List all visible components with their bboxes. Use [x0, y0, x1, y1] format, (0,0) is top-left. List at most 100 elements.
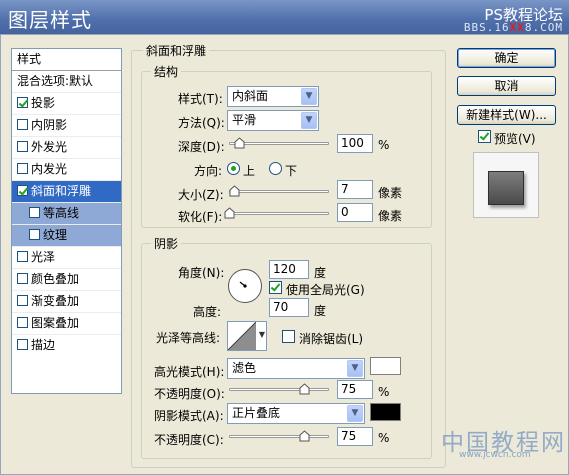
angle-unit: 度: [314, 266, 327, 280]
shading-title: 阴影: [151, 235, 182, 252]
checkbox-texture[interactable]: [29, 229, 40, 240]
soften-slider[interactable]: [224, 207, 329, 220]
angle-dial-icon: [228, 269, 262, 303]
style-item-inner-shadow[interactable]: 内阴影: [12, 115, 121, 137]
shadow-opacity-track: [229, 435, 329, 438]
highlight-opacity-slider[interactable]: [229, 383, 329, 396]
shadow-opacity-slider[interactable]: [229, 430, 329, 443]
direction-down-radio[interactable]: [269, 162, 282, 175]
checkbox-pattern-overlay[interactable]: [17, 317, 28, 328]
altitude-label: 高度:: [193, 305, 222, 319]
technique-select[interactable]: 平滑 ▼: [227, 110, 319, 131]
direction-down-label: 下: [285, 164, 298, 178]
highlight-mode-label: 高光模式(H):: [154, 365, 225, 379]
highlight-opacity-track: [229, 388, 329, 391]
angle-dial[interactable]: [227, 268, 263, 304]
style-item-satin[interactable]: 光泽: [12, 247, 121, 269]
depth-label: 深度(D):: [178, 140, 225, 154]
highlight-opacity-thumb[interactable]: [299, 383, 310, 395]
chevron-down-icon: ▼: [301, 88, 317, 105]
direction-up-label: 上: [243, 164, 256, 178]
size-slider-thumb[interactable]: [229, 185, 240, 197]
depth-slider[interactable]: [229, 137, 329, 150]
style-item-pattern-overlay[interactable]: 图案叠加: [12, 313, 121, 335]
style-item-stroke[interactable]: 描边: [12, 335, 121, 357]
checkbox-bevel-emboss[interactable]: [17, 185, 28, 196]
checkbox-stroke[interactable]: [17, 339, 28, 350]
checkbox-gradient-overlay[interactable]: [17, 295, 28, 306]
gloss-contour-picker[interactable]: ▼: [227, 321, 267, 351]
size-slider[interactable]: [229, 185, 329, 198]
direction-label: 方向:: [194, 164, 223, 178]
style-item-color-overlay[interactable]: 颜色叠加: [12, 269, 121, 291]
preview-swatch: [488, 171, 524, 205]
depth-slider-thumb[interactable]: [234, 137, 245, 149]
watermark-bottom-url: www.jcwcn.com: [459, 450, 531, 460]
style-item-drop-shadow[interactable]: 投影: [12, 93, 121, 115]
technique-label: 方法(Q):: [178, 116, 225, 130]
style-item-bevel-emboss[interactable]: 斜面和浮雕: [12, 181, 121, 203]
size-label: 大小(Z):: [178, 188, 224, 202]
preview-checkbox[interactable]: [478, 130, 491, 143]
size-slider-track: [229, 190, 329, 193]
highlight-opacity-input[interactable]: 75: [337, 380, 373, 399]
checkbox-outer-glow[interactable]: [17, 141, 28, 152]
checkbox-contour[interactable]: [29, 207, 40, 218]
style-item-inner-glow[interactable]: 内发光: [12, 159, 121, 181]
altitude-unit: 度: [314, 304, 327, 318]
altitude-input[interactable]: 70: [269, 298, 309, 317]
shadow-opacity-label: 不透明度(C):: [154, 433, 224, 447]
checkbox-satin[interactable]: [17, 251, 28, 262]
style-item-outer-glow[interactable]: 外发光: [12, 137, 121, 159]
soften-input[interactable]: 0: [337, 203, 373, 222]
chevron-down-icon: ▼: [347, 405, 363, 422]
depth-input[interactable]: 100: [337, 134, 373, 153]
shadow-opacity-thumb[interactable]: [299, 430, 310, 442]
cancel-button[interactable]: 取消: [457, 76, 556, 96]
checkbox-inner-shadow[interactable]: [17, 119, 28, 130]
chevron-down-icon: ▼: [301, 112, 317, 129]
highlight-opacity-label: 不透明度(O):: [154, 387, 225, 401]
depth-unit: %: [378, 138, 390, 152]
chevron-down-icon: ▼: [258, 330, 265, 339]
soften-slider-thumb[interactable]: [224, 207, 235, 219]
shadow-mode-label: 阴影模式(A):: [154, 409, 224, 423]
blending-options-item[interactable]: 混合选项:默认: [12, 71, 121, 93]
shadow-color-swatch[interactable]: [370, 403, 401, 421]
style-preview: [473, 152, 539, 218]
style-item-contour[interactable]: 等高线: [12, 203, 121, 225]
checkbox-drop-shadow[interactable]: [17, 97, 28, 108]
checkbox-color-overlay[interactable]: [17, 273, 28, 284]
soften-unit: 像素: [378, 209, 403, 223]
global-light-checkbox[interactable]: [269, 281, 282, 294]
title-bar: 图层样式 PS教程论坛 BBS.16XX8.COM: [0, 0, 569, 34]
styles-list: 样式 混合选项:默认 投影 内阴影 外发光 内发光 斜面和浮雕 等高线 纹理 光…: [11, 48, 122, 394]
highlight-color-swatch[interactable]: [370, 357, 401, 375]
styles-list-header[interactable]: 样式: [12, 49, 121, 71]
style-item-gradient-overlay[interactable]: 渐变叠加: [12, 291, 121, 313]
style-item-texture[interactable]: 纹理: [12, 225, 121, 247]
size-input[interactable]: 7: [337, 180, 373, 199]
structure-title: 结构: [151, 63, 182, 80]
preview-label: 预览(V): [494, 132, 536, 146]
soften-label: 软化(F):: [178, 210, 223, 224]
chevron-down-icon: ▼: [347, 360, 363, 377]
anti-aliased-checkbox[interactable]: [282, 330, 295, 343]
checkbox-inner-glow[interactable]: [17, 163, 28, 174]
angle-input[interactable]: 120: [269, 260, 309, 279]
anti-aliased-label: 消除锯齿(L): [299, 332, 364, 346]
shadow-opacity-input[interactable]: 75: [337, 427, 373, 446]
highlight-opacity-unit: %: [378, 385, 390, 399]
bevel-style-select[interactable]: 内斜面 ▼: [227, 86, 319, 107]
watermark-site-url: BBS.16XX8.COM: [463, 21, 563, 34]
highlight-mode-select[interactable]: 滤色 ▼: [227, 358, 365, 379]
direction-up-radio[interactable]: [227, 162, 240, 175]
contour-linear-icon: [228, 322, 256, 350]
shadow-mode-select[interactable]: 正片叠底 ▼: [227, 403, 365, 424]
style-label: 样式(T):: [178, 92, 223, 106]
gloss-contour-label: 光泽等高线:: [156, 331, 221, 345]
global-light-label: 使用全局光(G): [286, 283, 365, 297]
ok-button[interactable]: 确定: [457, 48, 556, 68]
new-style-button[interactable]: 新建样式(W)...: [457, 105, 556, 125]
soften-slider-track: [229, 212, 329, 215]
